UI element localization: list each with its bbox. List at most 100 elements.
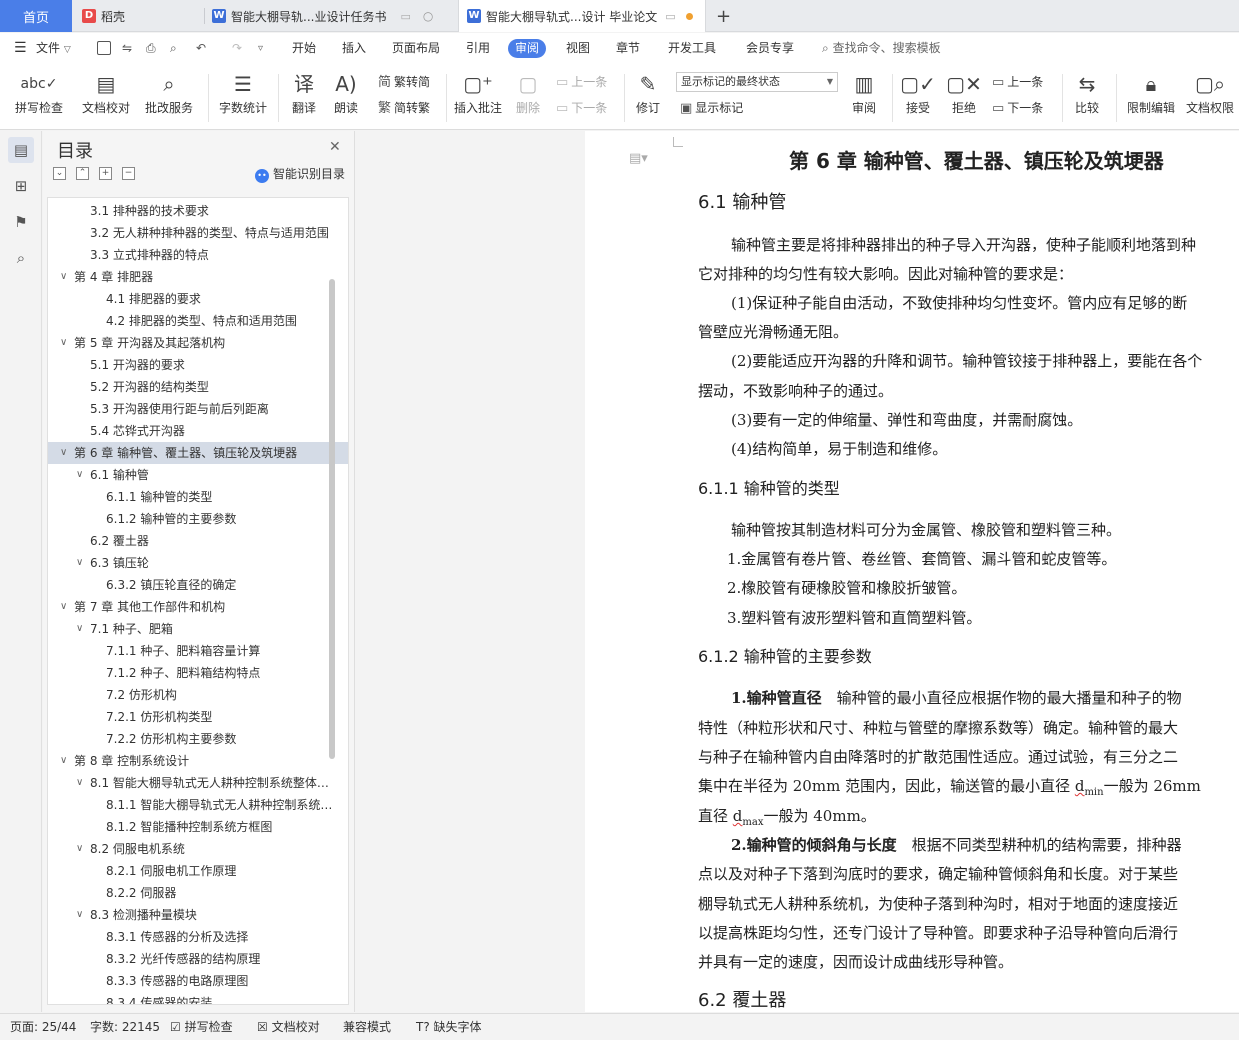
paragraph-marker-icon[interactable]: ▤▾: [629, 149, 648, 169]
spell-check-button[interactable]: abc✓ 拼写检查: [8, 64, 70, 130]
new-tab-button[interactable]: +: [716, 0, 736, 32]
insert-comment-button[interactable]: ▢⁺ 插入批注: [452, 64, 504, 130]
status-spell-check[interactable]: ☑ 拼写检查: [170, 1014, 233, 1040]
section-heading-6-1-2[interactable]: 6.1.2 输种管的主要参数: [698, 647, 872, 667]
toc-item[interactable]: ∨ 第 5 章 开沟器及其起落机构: [48, 332, 348, 354]
word-count-indicator[interactable]: 字数: 22145: [90, 1014, 160, 1040]
expand-all-icon[interactable]: ⌃: [76, 167, 89, 180]
toc-item[interactable]: 7.2.1 仿形机构类型: [48, 706, 348, 728]
expand-toggle-icon[interactable]: ∨: [76, 838, 83, 860]
doc-paragraph[interactable]: (3)要有一定的伸缩量、弹性和弯曲度，并需耐腐蚀。: [731, 410, 1082, 430]
expand-toggle-icon[interactable]: ∨: [60, 750, 67, 772]
menu-review[interactable]: 审阅: [508, 39, 547, 58]
toc-item[interactable]: 5.3 开沟器使用行距与前后列距离: [48, 398, 348, 420]
export-icon[interactable]: ⇋: [122, 33, 132, 64]
review-pane-button[interactable]: ▥ 审阅: [844, 64, 884, 130]
markup-state-select[interactable]: 显示标记的最终状态 ▼: [676, 72, 838, 92]
prev-change-button[interactable]: ▭ 上一条: [992, 72, 1043, 92]
toc-item[interactable]: 8.3.4 传感器的安装: [48, 992, 348, 1004]
doc-paragraph[interactable]: 2.橡胶管有硬橡胶管和橡胶折皱管。: [727, 578, 966, 598]
toc-item[interactable]: ∨ 第 7 章 其他工作部件和机构: [48, 596, 348, 618]
collapse-all-icon[interactable]: ⌄: [53, 167, 66, 180]
toc-item[interactable]: ∨ 8.3 检测播种量模块: [48, 904, 348, 926]
toc-item[interactable]: 6.3.2 镇压轮直径的确定: [48, 574, 348, 596]
delete-comment-button[interactable]: ▢ 删除: [508, 64, 548, 130]
word-count-button[interactable]: ☰ 字数统计: [214, 64, 272, 130]
tab-docer[interactable]: D 稻壳: [82, 0, 204, 32]
toc-item[interactable]: 6.2 覆土器: [48, 530, 348, 552]
bookmark-icon[interactable]: ⚑: [8, 209, 34, 235]
status-doc-proof[interactable]: ☒ 文档校对: [257, 1014, 320, 1040]
toc-item[interactable]: 6.1.1 输种管的类型: [48, 486, 348, 508]
toc-item[interactable]: ∨ 第 4 章 排肥器: [48, 266, 348, 288]
doc-paragraph[interactable]: 与种子在输种管内自由降落时的扩散范围性适应。通过试验，有三分之二: [698, 747, 1178, 767]
add-level-icon[interactable]: +: [99, 167, 112, 180]
toc-item[interactable]: 6.1.2 输种管的主要参数: [48, 508, 348, 530]
menu-reference[interactable]: 引用: [466, 33, 490, 64]
expand-toggle-icon[interactable]: ∨: [60, 266, 67, 288]
doc-paragraph[interactable]: 1.金属管有卷片管、卷丝管、套筒管、漏斗管和蛇皮管等。: [727, 549, 1116, 569]
expand-toggle-icon[interactable]: ∨: [76, 464, 83, 486]
toc-item[interactable]: 8.3.3 传感器的电路原理图: [48, 970, 348, 992]
expand-toggle-icon[interactable]: ∨: [60, 596, 67, 618]
expand-toggle-icon[interactable]: ∨: [76, 904, 83, 926]
quick-access-more-icon[interactable]: ▿: [258, 33, 263, 64]
toc-item[interactable]: 8.2.1 伺服电机工作原理: [48, 860, 348, 882]
doc-permission-button[interactable]: ▢⌕ 文档权限: [1182, 64, 1238, 130]
doc-paragraph[interactable]: 管壁应光滑畅通无阻。: [698, 322, 848, 342]
toc-item[interactable]: 7.1.2 种子、肥料箱结构特点: [48, 662, 348, 684]
tab-thesis[interactable]: W 智能大棚导轨式...设计 毕业论文 ▭: [458, 0, 706, 32]
menu-file[interactable]: 文件 ▽: [36, 33, 71, 64]
show-markup-button[interactable]: ▣ 显示标记: [680, 98, 743, 118]
toc-scrollbar[interactable]: [329, 279, 335, 759]
toc-item[interactable]: 3.1 排种器的技术要求: [48, 200, 348, 222]
toc-item[interactable]: ∨ 8.2 伺服电机系统: [48, 838, 348, 860]
doc-paragraph[interactable]: (1)保证种子能自由活动，不致使排种均匀性变坏。管内应有足够的断: [731, 293, 1187, 313]
tab-task-book[interactable]: W 智能大棚导轨...业设计任务书 ▭ ○: [212, 0, 452, 32]
toc-item[interactable]: 8.3.1 传感器的分析及选择: [48, 926, 348, 948]
expand-toggle-icon[interactable]: ∨: [76, 772, 83, 794]
hamburger-icon[interactable]: ☰: [14, 33, 27, 64]
search-icon[interactable]: ⌕: [8, 245, 34, 271]
doc-paragraph[interactable]: 输种管按其制造材料可分为金属管、橡胶管和塑料管三种。: [731, 520, 1121, 540]
read-aloud-button[interactable]: A) 朗读: [328, 64, 364, 130]
toc-item[interactable]: ∨ 6.1 输种管: [48, 464, 348, 486]
doc-paragraph[interactable]: (4)结构简单，易于制造和维修。: [731, 439, 947, 459]
menu-dev-tools[interactable]: 开发工具: [668, 33, 716, 64]
compare-button[interactable]: ⇆ 比较: [1066, 64, 1108, 130]
accept-button[interactable]: ▢✓ 接受: [898, 64, 938, 130]
doc-paragraph[interactable]: 棚导轨式无人耕种系统机，为使种子落到种沟时，相对于地面的速度接近: [698, 894, 1178, 914]
section-heading-6-2[interactable]: 6.2 覆土器: [698, 991, 786, 1011]
toc-item[interactable]: 4.1 排肥器的要求: [48, 288, 348, 310]
menu-insert[interactable]: 插入: [342, 33, 366, 64]
prev-comment-button[interactable]: ▭ 上一条: [556, 72, 607, 92]
nav-tree-icon[interactable]: ⊞: [8, 173, 34, 199]
toc-item[interactable]: 5.1 开沟器的要求: [48, 354, 348, 376]
redo-icon[interactable]: ↷: [232, 33, 242, 64]
close-icon[interactable]: ✕: [329, 139, 341, 155]
doc-paragraph[interactable]: 1.输种管直径 输种管的最小直径应根据作物的最大播量和种子的物: [731, 688, 1182, 708]
tab-home[interactable]: 首页: [0, 0, 72, 32]
toc-item[interactable]: ∨ 6.3 镇压轮: [48, 552, 348, 574]
command-search[interactable]: ⌕ 查找命令、搜索模板: [822, 33, 941, 64]
chapter-heading[interactable]: 第 6 章 输种管、覆土器、镇压轮及筑埂器: [789, 151, 1164, 171]
restrict-editing-button[interactable]: 🔒︎ 限制编辑: [1122, 64, 1180, 130]
toc-item[interactable]: 8.3.2 光纤传感器的结构原理: [48, 948, 348, 970]
toc-item[interactable]: 4.2 排肥器的类型、特点和适用范围: [48, 310, 348, 332]
section-heading-6-1[interactable]: 6.1 输种管: [698, 193, 786, 213]
toc-item[interactable]: 3.3 立式排种器的特点: [48, 244, 348, 266]
toc-item[interactable]: 5.2 开沟器的结构类型: [48, 376, 348, 398]
tab-close-icon[interactable]: ○: [423, 9, 433, 23]
track-changes-button[interactable]: ✎ 修订: [628, 64, 668, 130]
trad-to-simp-button[interactable]: 简繁转简: [378, 72, 430, 92]
doc-proof-button[interactable]: ▤ 文档校对: [78, 64, 134, 130]
doc-paragraph[interactable]: 以提高株距均匀性，还专门设计了导种管。即要求种子沿导种管向后滑行: [698, 923, 1178, 943]
toc-item[interactable]: 8.2.2 伺服器: [48, 882, 348, 904]
remove-level-icon[interactable]: −: [122, 167, 135, 180]
toc-item[interactable]: 5.4 芯铧式开沟器: [48, 420, 348, 442]
missing-font-button[interactable]: T? 缺失字体: [416, 1014, 482, 1040]
toc-item[interactable]: 7.2.2 仿形机构主要参数: [48, 728, 348, 750]
menu-start[interactable]: 开始: [292, 33, 316, 64]
doc-paragraph[interactable]: 特性（种粒形状和尺寸、种粒与管壁的摩擦系数等）确定。输种管的最大: [698, 718, 1178, 738]
doc-paragraph[interactable]: (2)要能适应开沟器的升降和调节。输种管铰接于排种器上，要能在各个: [731, 351, 1202, 371]
